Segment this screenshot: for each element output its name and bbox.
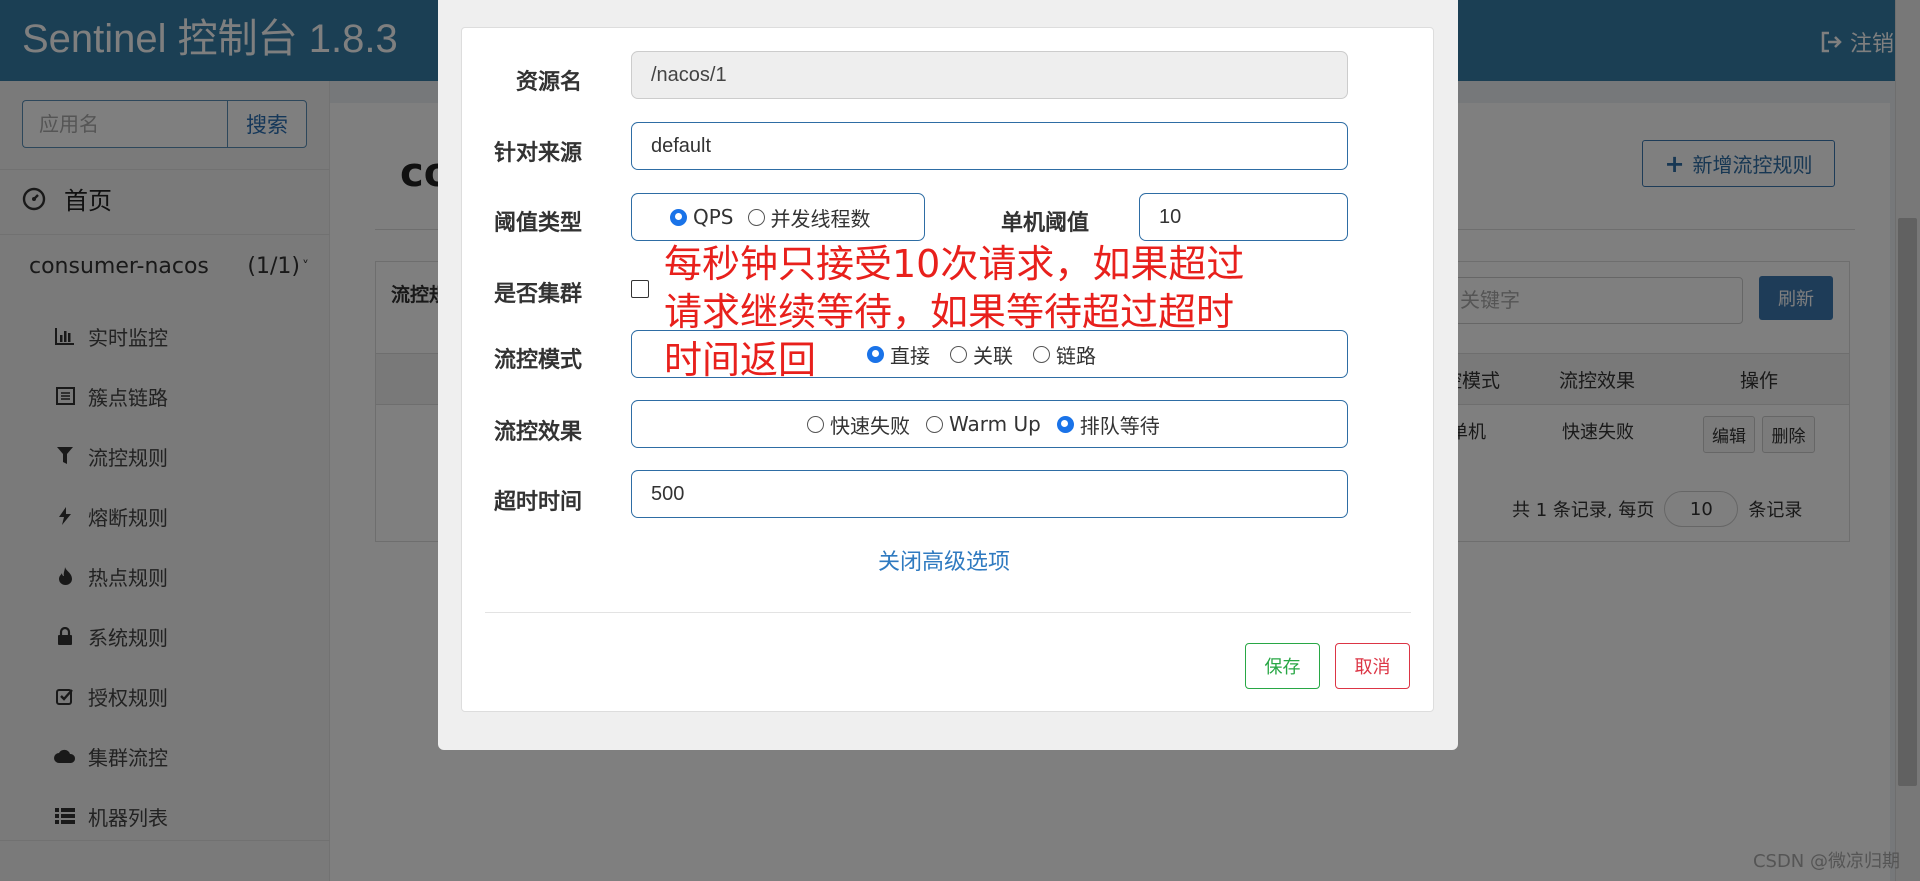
radio-icon (747, 208, 765, 226)
cancel-button[interactable]: 取消 (1335, 643, 1410, 689)
radio-label: 快速失败 (830, 413, 910, 438)
threshold-type-threads[interactable]: 并发线程数 (747, 203, 871, 232)
watermark: CSDN @微凉归期 (1752, 851, 1900, 872)
cluster-label: 是否集群 (494, 282, 583, 307)
cluster-checkbox[interactable] (631, 280, 649, 298)
source-label: 针对来源 (494, 141, 583, 166)
flow-effect-warm-up[interactable]: Warm Up (926, 412, 1041, 436)
flow-mode-label: 流控模式 (494, 348, 583, 373)
threshold-type-qps[interactable]: QPS (670, 205, 734, 229)
source-input[interactable]: default (631, 122, 1348, 170)
flow-effect-label: 流控效果 (494, 420, 583, 445)
resource-label: 资源名 (516, 70, 583, 95)
flow-effect-radio-group: 快速失败 Warm Up 排队等待 (631, 400, 1348, 448)
threshold-label: 单机阈值 (1001, 211, 1090, 236)
flow-effect-fast-fail[interactable]: 快速失败 (807, 410, 910, 439)
radio-selected-icon (1056, 415, 1074, 433)
flow-effect-queue[interactable]: 排队等待 (1056, 410, 1160, 439)
threshold-type-radio-group: QPS 并发线程数 (631, 193, 925, 241)
threshold-type-label: 阈值类型 (494, 211, 583, 236)
timeout-label: 超时时间 (494, 490, 583, 515)
divider (485, 612, 1411, 613)
radio-selected-icon (670, 208, 687, 226)
resource-input: /nacos/1 (631, 51, 1348, 99)
radio-icon (926, 415, 943, 433)
radio-label: 排队等待 (1079, 413, 1160, 438)
radio-label: QPS (693, 205, 734, 229)
timeout-input[interactable]: 500 (631, 470, 1348, 518)
save-button[interactable]: 保存 (1245, 643, 1320, 689)
radio-label: 并发线程数 (770, 206, 871, 231)
radio-label: Warm Up (949, 412, 1041, 436)
advanced-options-toggle[interactable]: 关闭高级选项 (878, 544, 1010, 576)
threshold-input[interactable]: 10 (1139, 193, 1348, 241)
annotation-text: 每秒钟只接受10次请求，如果超过 请求继续等待，如果等待超过超时 时间返回 (664, 242, 1245, 382)
radio-icon (807, 415, 824, 433)
